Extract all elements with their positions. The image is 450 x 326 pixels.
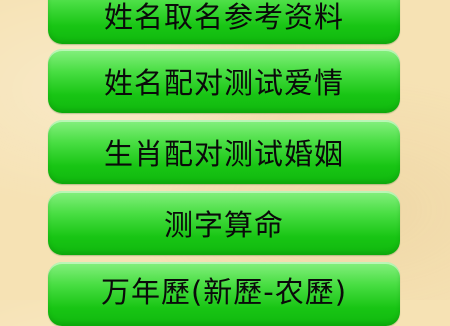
name-love-match-button[interactable]: 姓名配对测试爱情 <box>48 49 400 113</box>
button-label: 测字算命 <box>163 208 284 242</box>
calendar-button[interactable]: 万年歷(新歷-农歷) <box>48 262 400 326</box>
button-label: 生肖配对测试婚姻 <box>103 137 344 171</box>
menu-list: 姓名取名参考资料 姓名配对测试爱情 生肖配对测试婚姻 测字算命 万年歷(新歷-农… <box>0 0 450 326</box>
character-fortune-button[interactable]: 测字算命 <box>48 191 400 255</box>
button-label: 姓名取名参考资料 <box>103 0 344 34</box>
button-label: 姓名配对测试爱情 <box>103 66 344 100</box>
button-label: 万年歷(新歷-农歷) <box>100 275 348 309</box>
zodiac-marriage-match-button[interactable]: 生肖配对测试婚姻 <box>48 120 400 184</box>
name-reference-button[interactable]: 姓名取名参考资料 <box>48 0 400 44</box>
